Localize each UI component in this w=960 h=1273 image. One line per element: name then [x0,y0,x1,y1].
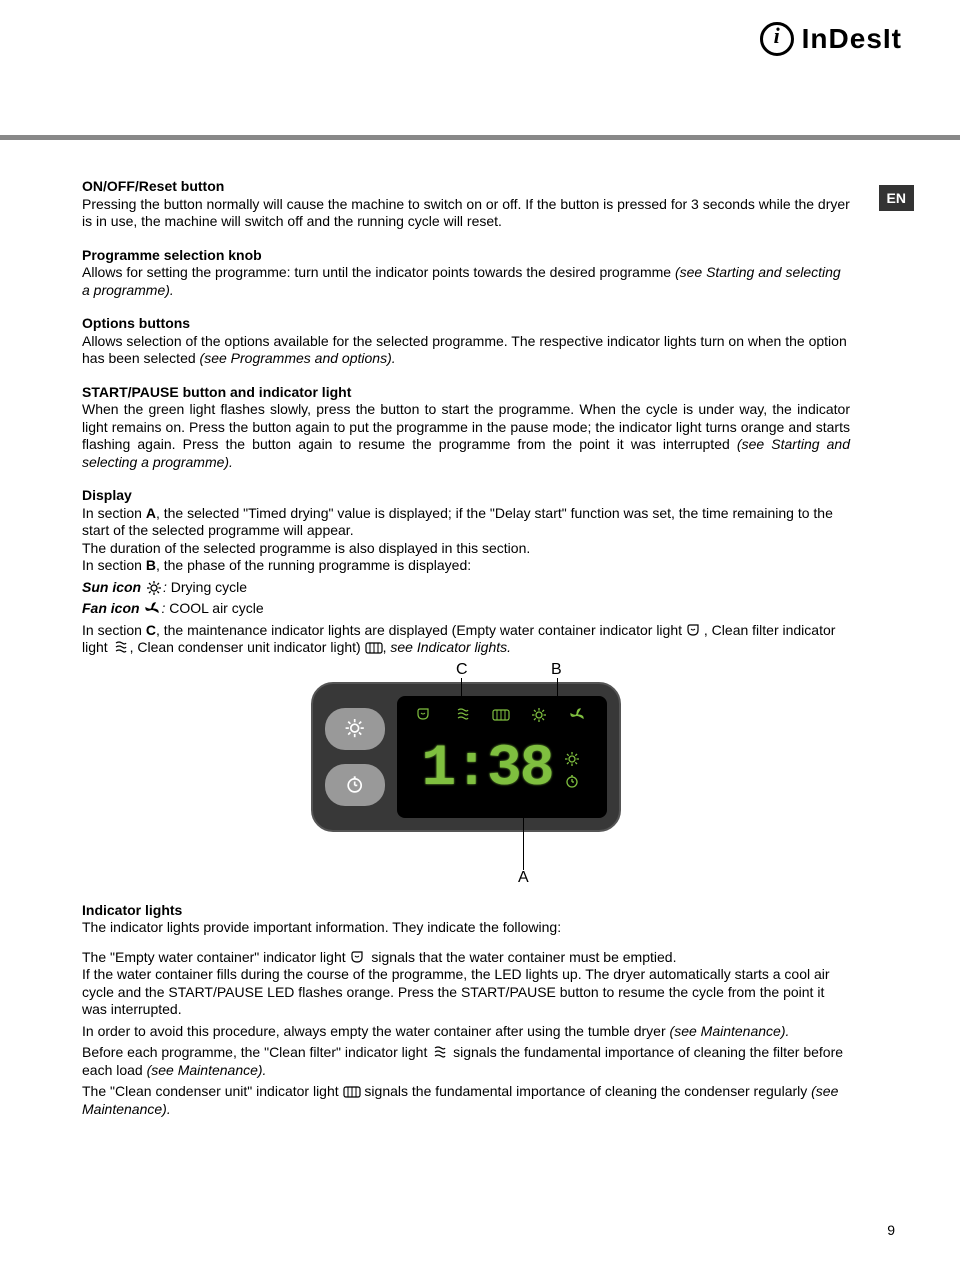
header-divider [0,135,960,140]
sun-icon [145,581,163,595]
page-content: ON/OFF/Reset button Pressing the button … [82,178,850,1134]
section-options: Options buttons Allows selection of the … [82,315,850,368]
water-container-icon [686,624,704,638]
section-onoff: ON/OFF/Reset button Pressing the button … [82,178,850,231]
water-container-icon [350,951,368,965]
display-screen: 1:38 [397,696,607,818]
heading-onoff: ON/OFF/Reset button [82,178,850,196]
body-startpause: When the green light flashes slowly, pre… [82,401,850,471]
panel-sun-button [325,708,385,750]
screen-water-icon [416,708,436,724]
condenser-icon [365,641,383,655]
section-indicator-lights: Indicator lights The indicator lights pr… [82,902,850,1119]
panel-sun-icon [343,719,367,739]
display-line2: The duration of the selected programme i… [82,540,850,558]
display-line3: In section B, the phase of the running p… [82,557,850,575]
screen-condenser-icon [492,708,512,724]
figure-label-b: B [551,660,562,680]
heading-display: Display [82,487,850,505]
display-section-c: In section C, the maintenance indicator … [82,622,850,657]
filter-icon [431,1046,449,1060]
display-sun-line: Sun icon : Drying cycle [82,579,850,597]
condenser-icon [343,1085,361,1099]
heading-programme-knob: Programme selection knob [82,247,850,265]
indicator-p3: In order to avoid this procedure, always… [82,1023,850,1041]
screen-sun-icon [530,708,550,724]
panel-button-column [325,708,385,806]
display-fan-line: Fan icon : COOL air cycle [82,600,850,618]
heading-options: Options buttons [82,315,850,333]
brand-logo: InDesIt [760,22,902,56]
filter-icon [112,641,130,655]
indicator-p4: Before each programme, the "Clean filter… [82,1044,850,1079]
screen-time-value: 1:38 [421,734,552,807]
section-programme-knob: Programme selection knob Allows for sett… [82,247,850,300]
figure-label-c: C [456,660,468,680]
screen-fan-icon [568,708,588,724]
screen-main-row: 1:38 [407,730,597,812]
screen-sun-icon-right [563,752,583,768]
body-programme-knob: Allows for setting the programme: turn u… [82,264,850,299]
panel-timer-button [325,764,385,806]
fan-icon [143,602,161,616]
screen-timer-icon-right [563,774,583,790]
screen-right-icons [563,752,583,790]
heading-startpause: START/PAUSE button and indicator light [82,384,850,402]
panel-timer-icon [343,775,367,795]
indicator-p1: The "Empty water container" indicator li… [82,949,850,967]
section-startpause: START/PAUSE button and indicator light W… [82,384,850,472]
figure-line-a [523,794,524,870]
page-number: 9 [887,1222,895,1238]
indicator-p2: If the water container fills during the … [82,966,850,1019]
display-panel-figure: C B 1:38 [311,682,621,832]
language-badge: EN [879,185,914,211]
screen-top-row [407,702,597,730]
figure-label-a: A [518,868,529,888]
body-onoff: Pressing the button normally will cause … [82,196,850,231]
display-line1: In section A, the selected "Timed drying… [82,505,850,540]
screen-filter-icon [454,708,474,724]
indicator-p5: The "Clean condenser unit" indicator lig… [82,1083,850,1118]
heading-indicator-lights: Indicator lights [82,902,850,920]
logo-text: InDesIt [802,23,902,55]
section-display: Display In section A, the selected "Time… [82,487,850,657]
indicator-intro: The indicator lights provide important i… [82,919,850,937]
display-panel: 1:38 [311,682,621,832]
logo-circle-icon [760,22,794,56]
body-options: Allows selection of the options availabl… [82,333,850,368]
